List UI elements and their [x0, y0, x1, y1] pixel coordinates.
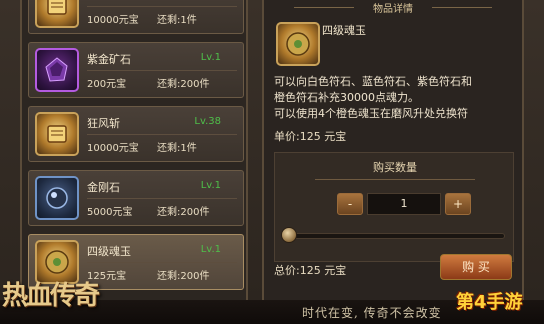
item-price: 200元宝: [87, 79, 127, 90]
gold-scroll-icon: [37, 114, 77, 154]
item-remaining: 还剩:200件: [157, 79, 210, 90]
item-description: 可以向白色符石、蓝色符石、紫色符石和 橙色符石补充30000点魂力。 可以使用4…: [274, 74, 518, 120]
item-remaining: 还剩:1件: [157, 143, 197, 154]
game-logo: 热血传奇: [2, 281, 100, 311]
purchase-quantity-box: 购买数量 - 1 +: [274, 152, 514, 262]
item-name: 四级魂玉: [87, 245, 131, 258]
decrease-quantity-button[interactable]: -: [337, 193, 363, 215]
detail-item-name: 四级魂玉: [322, 24, 366, 37]
item-level: Lv.38: [194, 116, 221, 127]
item-name: 金刚石: [87, 181, 120, 194]
divider: [87, 134, 237, 135]
slogan: 时代在变, 传奇不会改变: [302, 306, 442, 320]
item-level: Lv.1: [200, 244, 221, 255]
quantity-slider[interactable]: [285, 233, 505, 239]
item-list-panel: 10000元宝 还剩:1件 紫金矿石 Lv.1 200元宝 还剩:200件 狂风…: [20, 0, 248, 300]
description-line: 橙色符石补充30000点魂力。: [274, 91, 419, 104]
description-line: 可以向白色符石、蓝色符石、紫色符石和: [274, 75, 472, 88]
divider: [315, 179, 475, 180]
jade-disc-icon: [278, 24, 318, 64]
detail-header: 物品详情: [264, 0, 522, 15]
divider: [87, 198, 237, 199]
item-price: 10000元宝: [87, 143, 139, 154]
increase-quantity-button[interactable]: +: [445, 193, 471, 215]
description-line: 可以使用4个橙色魂玉在磨风升处兑换符: [274, 107, 468, 120]
item-level: Lv.1: [200, 52, 221, 63]
item-price: 10000元宝: [87, 15, 139, 26]
item-slot: [35, 48, 79, 92]
blue-diamond-icon: [37, 178, 77, 218]
list-item[interactable]: 10000元宝 还剩:1件: [28, 0, 244, 34]
list-item[interactable]: 狂风斩 Lv.38 10000元宝 还剩:1件: [28, 106, 244, 162]
quantity-field[interactable]: 1: [367, 193, 441, 215]
divider: [87, 262, 237, 263]
item-slot: [35, 0, 79, 28]
list-item[interactable]: 金刚石 Lv.1 5000元宝 还剩:200件: [28, 170, 244, 226]
item-slot: [35, 176, 79, 220]
item-name: 紫金矿石: [87, 53, 131, 66]
item-slot: [35, 112, 79, 156]
detail-item-slot: [276, 22, 320, 66]
site-logo: 第4手游: [456, 292, 523, 313]
item-price: 5000元宝: [87, 207, 133, 218]
item-remaining: 还剩:200件: [157, 207, 210, 218]
total-price: 总价:125 元宝: [274, 264, 347, 277]
purple-ore-icon: [37, 50, 77, 90]
item-name: 狂风斩: [87, 117, 120, 130]
quantity-title: 购买数量: [373, 161, 417, 174]
divider: [87, 6, 237, 7]
slider-handle[interactable]: [281, 227, 297, 243]
item-remaining: 还剩:1件: [157, 15, 197, 26]
item-remaining: 还剩:200件: [157, 271, 210, 282]
item-detail-panel: 物品详情 四级魂玉 可以向白色符石、蓝色符石、紫色符石和 橙色符石补充30000…: [262, 0, 524, 300]
unit-price: 单价:125 元宝: [274, 130, 347, 143]
list-item[interactable]: 紫金矿石 Lv.1 200元宝 还剩:200件: [28, 42, 244, 98]
gold-scroll-icon: [37, 0, 77, 26]
divider: [87, 70, 237, 71]
item-level: Lv.1: [200, 180, 221, 191]
buy-button[interactable]: 购 买: [440, 254, 512, 280]
